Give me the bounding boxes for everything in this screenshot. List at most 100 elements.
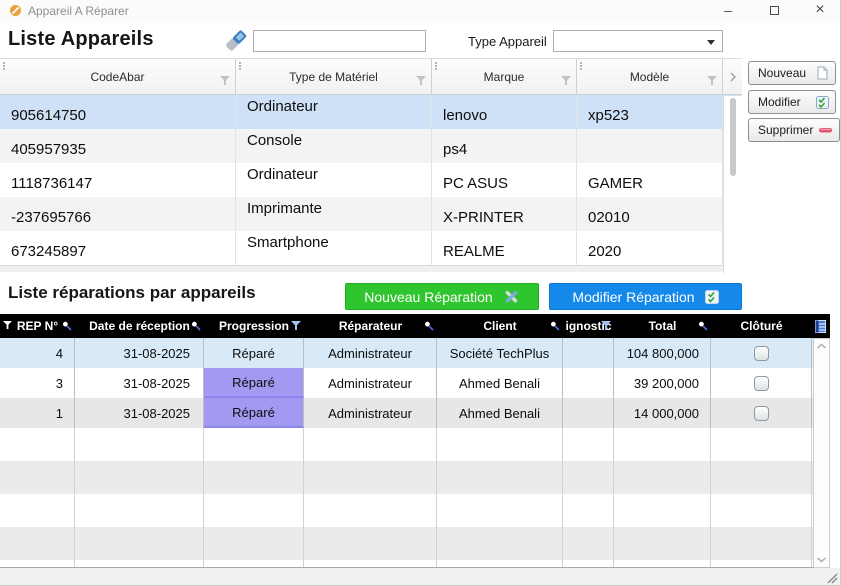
- modifier-reparation-button[interactable]: Modifier Réparation: [549, 283, 742, 310]
- nouveau-reparation-button[interactable]: Nouveau Réparation: [345, 283, 539, 310]
- supprimer-button-label: Supprimer: [758, 123, 813, 137]
- nouveau-reparation-label: Nouveau Réparation: [364, 289, 492, 305]
- codebar-search-input[interactable]: [253, 30, 426, 52]
- vertical-scrollbar[interactable]: [723, 96, 742, 273]
- cell-marque: ps4: [432, 129, 577, 163]
- supprimer-button[interactable]: Supprimer: [748, 118, 840, 142]
- cell-progression: Réparé: [204, 398, 304, 428]
- search-pen-icon[interactable]: [191, 321, 201, 331]
- column-reparateur[interactable]: Réparateur: [304, 314, 437, 338]
- nouveau-button-label: Nouveau: [758, 66, 806, 80]
- cell-client: Ahmed Benali: [437, 398, 563, 428]
- cell-rep: 3: [0, 368, 75, 398]
- window-resize-grip[interactable]: [826, 572, 838, 584]
- table-row[interactable]: 3 31-08-2025 Réparé Administrateur Ahmed…: [0, 368, 830, 398]
- table-footer-strip: [0, 265, 742, 272]
- column-date-reception[interactable]: Date de réception: [75, 314, 204, 338]
- tools-icon: [503, 288, 520, 305]
- empty-row: [0, 494, 830, 527]
- resize-grip-icon[interactable]: [239, 62, 241, 70]
- column-type-materiel[interactable]: Type de Matériel: [236, 59, 432, 94]
- cell-rep: 1: [0, 398, 75, 428]
- cell-type: Ordinateur: [236, 163, 432, 197]
- cell-diagnostic: [563, 368, 614, 398]
- chevron-down-icon[interactable]: [815, 555, 828, 564]
- cell-progression: Réparé: [204, 368, 304, 398]
- appareils-table-header: CodeAbar Type de Matériel Marque Modèle: [0, 58, 742, 95]
- column-cloture[interactable]: Clôturé: [711, 314, 812, 338]
- search-pen-icon[interactable]: [698, 321, 708, 331]
- cloture-checkbox[interactable]: [754, 376, 769, 391]
- search-pen-icon[interactable]: [550, 321, 560, 331]
- titlebar: Appareil A Réparer – ×: [0, 0, 841, 22]
- cell-date: 31-08-2025: [75, 338, 204, 368]
- cell-date: 31-08-2025: [75, 368, 204, 398]
- filter-funnel-icon[interactable]: [416, 76, 426, 85]
- maximize-button[interactable]: [757, 0, 791, 22]
- close-button[interactable]: ×: [803, 0, 837, 22]
- table-row[interactable]: 1118736147 Ordinateur PC ASUS GAMER: [0, 163, 742, 197]
- filter-funnel-icon[interactable]: [3, 321, 12, 329]
- cell-type: Ordinateur: [236, 95, 432, 129]
- cell-total: 14 000,000: [614, 398, 711, 428]
- cell-total: 39 200,000: [614, 368, 711, 398]
- scrollbar-thumb[interactable]: [730, 98, 736, 176]
- modifier-button[interactable]: Modifier: [748, 90, 836, 114]
- table-row[interactable]: 4 31-08-2025 Réparé Administrateur Socié…: [0, 338, 830, 368]
- column-progression[interactable]: Progression: [204, 314, 304, 338]
- cell-modele: [577, 129, 723, 163]
- cell-type: Smartphone: [236, 231, 432, 265]
- cell-marque: X-PRINTER: [432, 197, 577, 231]
- empty-row: [0, 560, 830, 568]
- table-row[interactable]: 673245897 Smartphone REALME 2020: [0, 231, 742, 265]
- filter-funnel-icon[interactable]: [601, 321, 611, 330]
- column-marque[interactable]: Marque: [432, 59, 577, 94]
- status-strip: [0, 568, 841, 586]
- type-appareil-select[interactable]: [553, 30, 723, 52]
- nouveau-button[interactable]: Nouveau: [748, 61, 836, 85]
- column-client[interactable]: Client: [437, 314, 563, 338]
- column-modele[interactable]: Modèle: [577, 59, 723, 94]
- cell-marque: PC ASUS: [432, 163, 577, 197]
- table-row[interactable]: 905614750 Ordinateur lenovo xp523: [0, 95, 742, 129]
- grid-options-button[interactable]: [812, 314, 829, 338]
- cell-codeabar: 405957935: [0, 129, 236, 163]
- search-pen-icon[interactable]: [62, 321, 72, 331]
- vertical-scrollbar[interactable]: [813, 338, 830, 568]
- modifier-reparation-label: Modifier Réparation: [572, 289, 694, 305]
- appareils-table: CodeAbar Type de Matériel Marque Modèle …: [0, 58, 742, 272]
- cell-progression: Réparé: [204, 338, 304, 368]
- grid-icon: [815, 320, 826, 333]
- resize-grip-icon[interactable]: [3, 62, 5, 70]
- minimize-button[interactable]: –: [711, 0, 745, 22]
- table-row[interactable]: 1 31-08-2025 Réparé Administrateur Ahmed…: [0, 398, 830, 428]
- filter-funnel-icon[interactable]: [561, 76, 571, 85]
- page-title: Liste Appareils: [8, 28, 154, 51]
- cloture-checkbox[interactable]: [754, 406, 769, 421]
- empty-row: [0, 461, 830, 494]
- resize-grip-icon[interactable]: [580, 62, 582, 70]
- column-codeabar[interactable]: CodeAbar: [0, 59, 236, 94]
- cloture-checkbox[interactable]: [754, 346, 769, 361]
- filter-funnel-icon[interactable]: [707, 76, 717, 85]
- filter-funnel-icon[interactable]: [220, 76, 230, 85]
- cell-cloture: [711, 338, 812, 368]
- cell-reparateur: Administrateur: [304, 398, 437, 428]
- cell-cloture: [711, 368, 812, 398]
- chevron-up-icon[interactable]: [815, 342, 828, 351]
- column-diagnostic[interactable]: ignostic: [563, 314, 614, 338]
- scroll-right-button[interactable]: [723, 59, 742, 94]
- checklist-icon: [816, 96, 829, 109]
- search-pen-icon[interactable]: [424, 321, 434, 331]
- red-minus-icon: [818, 125, 833, 135]
- maximize-icon: [770, 6, 779, 15]
- resize-grip-icon[interactable]: [435, 62, 437, 70]
- column-total[interactable]: Total: [614, 314, 711, 338]
- table-row[interactable]: -237695766 Imprimante X-PRINTER 02010: [0, 197, 742, 231]
- filter-funnel-icon[interactable]: [291, 321, 301, 330]
- table-row[interactable]: 405957935 Console ps4: [0, 129, 742, 163]
- cell-client: Ahmed Benali: [437, 368, 563, 398]
- column-rep-n[interactable]: REP N°: [0, 314, 75, 338]
- chevron-down-icon: [707, 40, 715, 45]
- app-icon: [9, 4, 22, 22]
